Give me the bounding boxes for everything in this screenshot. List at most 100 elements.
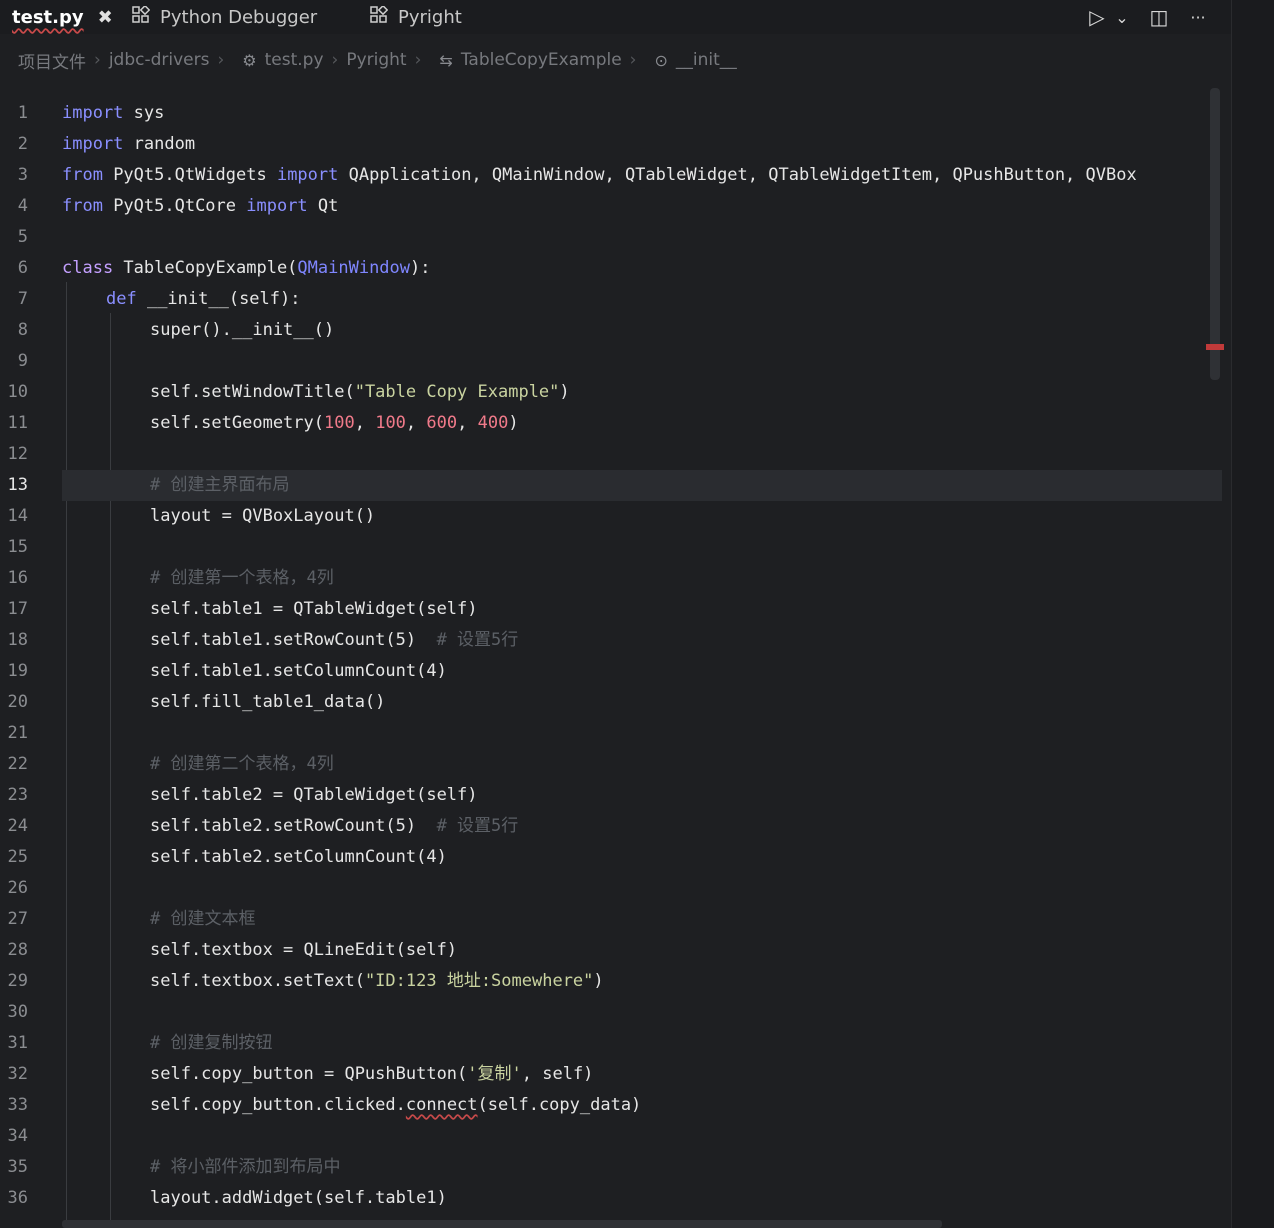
code-line[interactable]: 15: [0, 532, 1230, 563]
line-number: 12: [7, 444, 28, 464]
code-text: # 创建第二个表格，4列: [150, 749, 334, 780]
code-line[interactable]: 35 # 将小部件添加到布局中: [0, 1152, 1230, 1183]
code-token: import: [276, 165, 339, 185]
code-line[interactable]: 25 self.table2.setColumnCount(4): [0, 842, 1230, 873]
code-text: self.table2 = QTableWidget(self): [150, 780, 478, 811]
code-token: self.setWindowTitle(: [150, 382, 355, 402]
code-token: ,: [405, 413, 427, 433]
error-marker: [1206, 344, 1224, 350]
code-token: def: [106, 289, 137, 309]
tab-python-debugger[interactable]: Python Debugger: [132, 0, 317, 34]
code-line[interactable]: 28 self.textbox = QLineEdit(self): [0, 935, 1230, 966]
code-text: self.setWindowTitle("Table Copy Example"…: [150, 377, 570, 408]
code-line[interactable]: 9: [0, 346, 1230, 377]
code-token: layout = QVBoxLayout(): [150, 506, 376, 526]
run-icon[interactable]: ▷: [1084, 0, 1110, 34]
horizontal-scrollbar[interactable]: [62, 1220, 942, 1228]
code-token: __init__(self):: [136, 289, 301, 309]
code-text: self.textbox = QLineEdit(self): [150, 935, 457, 966]
code-line[interactable]: 8 super().__init__(): [0, 315, 1230, 346]
code-line[interactable]: 1 import sys: [0, 98, 1230, 129]
tab-bar: test.py ✖ Python Debugger Pyright ▷ ⌄ ◫ …: [0, 0, 1274, 34]
code-line[interactable]: 3 from PyQt5.QtWidgets import QApplicatio…: [0, 160, 1230, 191]
code-token: # 设置5行: [416, 630, 519, 650]
code-line[interactable]: 19 self.table1.setColumnCount(4): [0, 656, 1230, 687]
code-line[interactable]: 16 # 创建第一个表格，4列: [0, 563, 1230, 594]
line-number: 10: [7, 382, 28, 402]
code-line[interactable]: 2 import random: [0, 129, 1230, 160]
code-token: self.table1.setColumnCount(4): [150, 661, 447, 681]
code-token: 100: [324, 413, 355, 433]
code-line[interactable]: 27 # 创建文本框: [0, 904, 1230, 935]
breadcrumb-item[interactable]: __init__: [676, 50, 737, 70]
code-text: class TableCopyExample(QMainWindow):: [62, 253, 431, 284]
code-line[interactable]: 20 self.fill_table1_data(): [0, 687, 1230, 718]
line-number: 3: [17, 165, 28, 185]
code-line[interactable]: 7 def __init__(self):: [0, 284, 1230, 315]
breadcrumb-item[interactable]: 项目文件: [18, 48, 86, 73]
code-token: '复制': [467, 1064, 522, 1084]
code-line[interactable]: 17 self.table1 = QTableWidget(self): [0, 594, 1230, 625]
breadcrumb-item[interactable]: jdbc-drivers: [109, 50, 210, 70]
code-line[interactable]: 24 self.table2.setRowCount(5) # 设置5行: [0, 811, 1230, 842]
breadcrumb-item[interactable]: Pyright: [346, 50, 406, 70]
code-line[interactable]: 4 from PyQt5.QtCore import Qt: [0, 191, 1230, 222]
code-text: self.table1 = QTableWidget(self): [150, 594, 478, 625]
code-line[interactable]: 29 self.textbox.setText("ID:123 地址:Somewh…: [0, 966, 1230, 997]
code-line[interactable]: 26: [0, 873, 1230, 904]
line-number: 7: [17, 289, 28, 309]
line-number: 4: [17, 196, 28, 216]
code-token: TableCopyExample(: [113, 258, 298, 278]
code-line[interactable]: 11 self.setGeometry(100, 100, 600, 400): [0, 408, 1230, 439]
code-line[interactable]: 12: [0, 439, 1230, 470]
line-number: 15: [7, 537, 28, 557]
code-line[interactable]: 36 layout.addWidget(self.table1): [0, 1183, 1230, 1214]
split-editor-icon[interactable]: ◫: [1144, 0, 1174, 34]
line-number: 17: [7, 599, 28, 619]
line-number: 23: [7, 785, 28, 805]
code-text: # 将小部件添加到布局中: [150, 1152, 340, 1183]
code-line[interactable]: 32 self.copy_button = QPushButton('复制', s…: [0, 1059, 1230, 1090]
line-number: 20: [7, 692, 28, 712]
code-line[interactable]: 23 self.table2 = QTableWidget(self): [0, 780, 1230, 811]
code-line[interactable]: 6 class TableCopyExample(QMainWindow):: [0, 253, 1230, 284]
code-line[interactable]: 34: [0, 1121, 1230, 1152]
close-icon[interactable]: ✖: [98, 7, 113, 28]
code-line[interactable]: 21: [0, 718, 1230, 749]
code-token: self.fill_table1_data(): [150, 692, 386, 712]
code-line[interactable]: 10 self.setWindowTitle("Table Copy Exampl…: [0, 377, 1230, 408]
code-token: self.table1 = QTableWidget(self): [150, 599, 478, 619]
code-line[interactable]: 33 self.copy_button.clicked.connect(self.…: [0, 1090, 1230, 1121]
line-number: 13: [7, 475, 28, 495]
code-line[interactable]: 5: [0, 222, 1230, 253]
code-token: # 创建主界面布局: [150, 475, 290, 495]
code-text: # 创建第一个表格，4列: [150, 563, 334, 594]
more-actions-icon[interactable]: ···: [1182, 0, 1214, 34]
line-number: 31: [7, 1033, 28, 1053]
breadcrumb-item[interactable]: test.py: [265, 50, 324, 70]
code-token: "Table Copy Example": [354, 382, 560, 402]
line-number: 14: [7, 506, 28, 526]
code-line[interactable]: 31 # 创建复制按钮: [0, 1028, 1230, 1059]
tab-label: Pyright: [398, 6, 462, 28]
code-line[interactable]: 22 # 创建第二个表格，4列: [0, 749, 1230, 780]
line-number: 1: [17, 103, 28, 123]
code-editor[interactable]: 1 import sys 2 import random 3 from PyQt5.QtW…: [0, 96, 1230, 1228]
code-text: self.table2.setRowCount(5) # 设置5行: [150, 811, 518, 842]
code-text: import random: [62, 129, 195, 160]
code-line[interactable]: 30: [0, 997, 1230, 1028]
code-text: layout = QVBoxLayout(): [150, 501, 375, 532]
line-number: 22: [7, 754, 28, 774]
tab-pyright[interactable]: Pyright: [370, 0, 462, 34]
breadcrumb-separator: ›: [217, 50, 225, 70]
code-line[interactable]: 18 self.table1.setRowCount(5) # 设置5行: [0, 625, 1230, 656]
code-text: # 创建文本框: [150, 904, 255, 935]
code-token: ,: [354, 413, 376, 433]
code-line[interactable]: 13 # 创建主界面布局: [0, 470, 1230, 501]
code-line[interactable]: 14 layout = QVBoxLayout(): [0, 501, 1230, 532]
tab-test-py[interactable]: test.py ✖: [12, 0, 113, 34]
chevron-down-icon[interactable]: ⌄: [1112, 0, 1132, 34]
vertical-scrollbar[interactable]: [1210, 88, 1220, 380]
breadcrumb-item[interactable]: TableCopyExample: [461, 50, 622, 70]
line-number: 29: [7, 971, 28, 991]
